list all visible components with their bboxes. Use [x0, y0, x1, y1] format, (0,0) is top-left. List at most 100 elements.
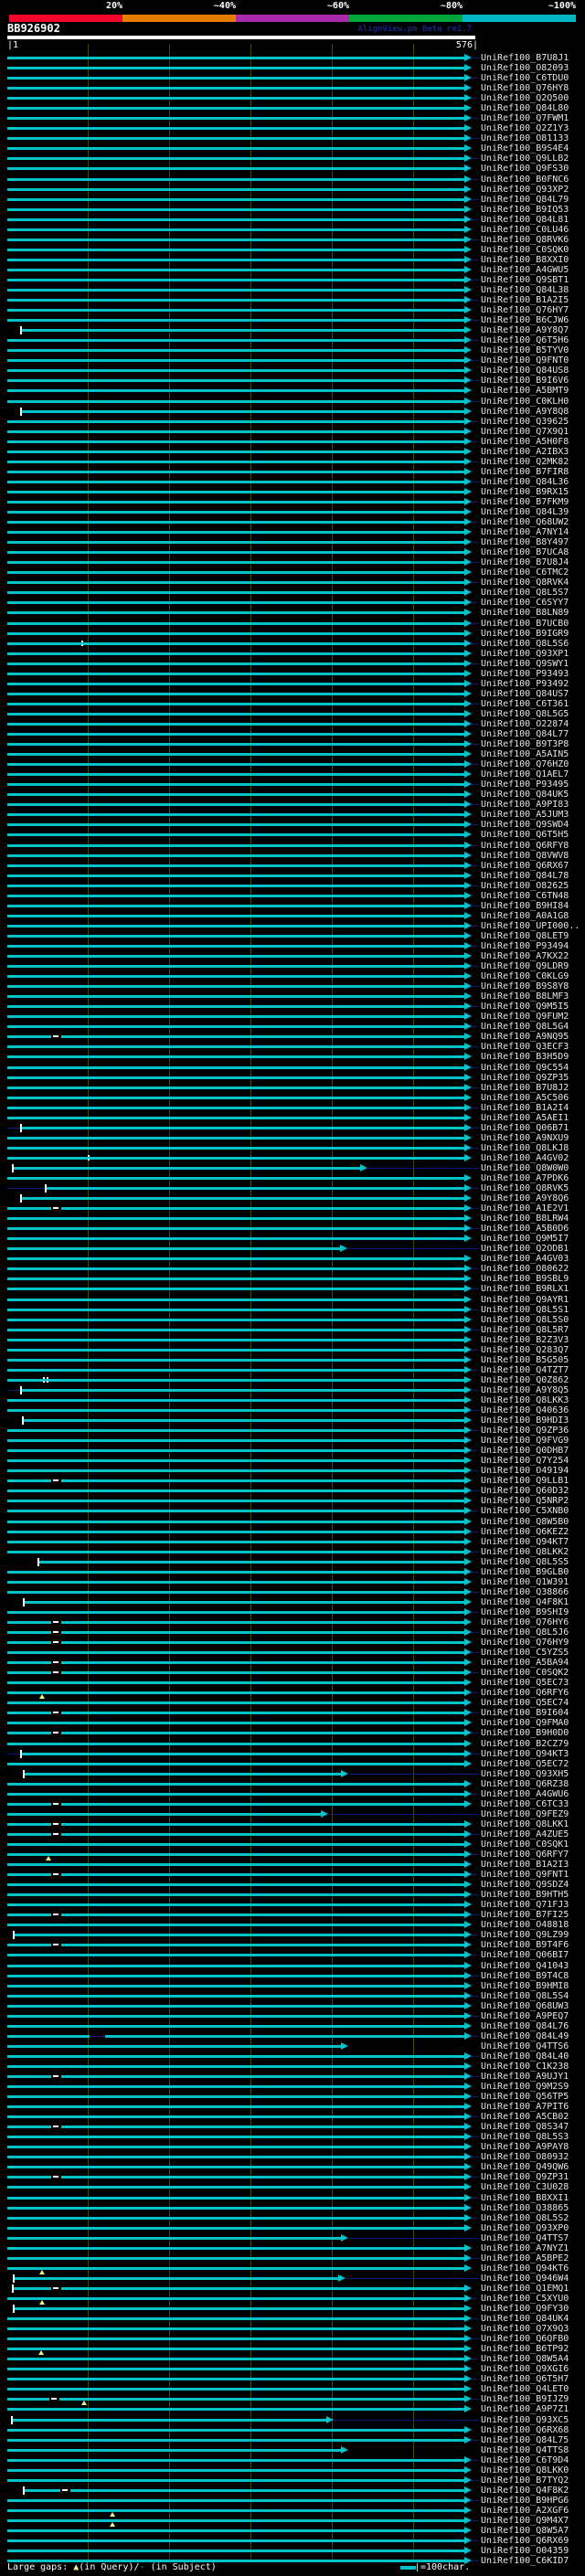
alignment-row: UniRef100_B7FKM9 — [0, 496, 585, 507]
alignment-bar — [7, 2468, 465, 2472]
subject-gap-dash-icon — [53, 1620, 59, 1623]
subject-tail-line — [472, 2257, 479, 2259]
alignment-row: UniRef100_Q9AYR1 — [0, 1294, 585, 1305]
hit-label: UniRef100_Q84L40 — [481, 2051, 569, 2062]
hit-label: UniRef100_P93494 — [481, 940, 569, 951]
hit-label: UniRef100_Q9LLB2 — [481, 154, 569, 164]
arrow-right-icon — [464, 84, 473, 92]
alignment-bar — [7, 2368, 465, 2371]
subject-tail-line — [472, 2297, 479, 2299]
alignment-row: UniRef100_Q76HZ0 — [0, 759, 585, 769]
alignment-row: UniRef100_B7FIR8 — [0, 466, 585, 477]
hit-label: UniRef100_Q9ZP35 — [481, 1072, 569, 1083]
arrow-right-icon — [464, 2385, 473, 2393]
arrow-right-icon — [464, 1789, 473, 1797]
alignment-row: UniRef100_Q84L77 — [0, 729, 585, 739]
scale-segment — [349, 15, 463, 22]
alignment-bar — [7, 2337, 465, 2341]
hit-label: UniRef100_Q2ODB1 — [481, 1244, 569, 1255]
alignment-bar — [7, 1510, 465, 1513]
hit-label: UniRef100_B8LN89 — [481, 608, 569, 619]
arrow-right-icon — [464, 901, 473, 909]
hit-label: UniRef100_Q6RZ38 — [481, 1778, 569, 1789]
hit-label: UniRef100_Q8L5S0 — [481, 1314, 569, 1325]
alignment-row: UniRef100_Q283Q7 — [0, 1344, 585, 1355]
hit-label: UniRef100_B3H5D9 — [481, 1052, 569, 1063]
alignment-row: UniRef100_B7UCB0 — [0, 618, 585, 629]
subject-tail-line — [472, 1026, 479, 1028]
hit-label: UniRef100_Q9FY30 — [481, 2304, 569, 2315]
alignment-row: UniRef100_Q7X9Q1 — [0, 426, 585, 437]
start-cap-icon — [20, 1123, 23, 1132]
subject-gap-dash-icon — [53, 1732, 59, 1734]
alignment-row: UniRef100_A5H0F8 — [0, 436, 585, 447]
arrow-right-icon — [464, 2051, 473, 2060]
arrow-right-icon — [464, 64, 473, 72]
arrow-right-icon — [464, 1436, 473, 1445]
alignment-bar — [7, 541, 465, 545]
alignment-row: UniRef100_Q60D32 — [0, 1486, 585, 1496]
gap-colon-icon — [47, 1376, 49, 1379]
alignment-row: UniRef100_Q06B71 — [0, 1122, 585, 1133]
arrow-right-icon — [464, 417, 473, 425]
hit-label: UniRef100_Q56TP5 — [481, 2092, 569, 2103]
subject-tail-line — [472, 178, 479, 180]
hit-label: UniRef100_B8XXI0 — [481, 254, 569, 265]
hit-label: UniRef100_Q946W4 — [481, 2273, 569, 2284]
arrow-right-icon — [464, 1497, 473, 1505]
alignment-row: UniRef100_Q38866 — [0, 1586, 585, 1597]
alignment-row: UniRef100_A0A1G8 — [0, 910, 585, 921]
start-cap-icon — [22, 2486, 25, 2495]
arrow-right-icon — [464, 841, 473, 849]
alignment-bar — [7, 217, 465, 221]
alignment-bar — [7, 2266, 465, 2270]
gap-colon-icon — [43, 1380, 46, 1383]
subject-tail-line — [472, 2015, 479, 2017]
arrow-right-icon — [464, 1628, 473, 1637]
alignment-row: UniRef100_C0KLH0 — [0, 396, 585, 407]
arrow-right-icon — [464, 1023, 473, 1031]
alignment-bar — [7, 1338, 465, 1341]
alignment-bar — [7, 389, 465, 393]
hit-label: UniRef100_B9HTH5 — [481, 1890, 569, 1901]
arrow-right-icon — [464, 1375, 473, 1383]
subject-tail-line — [472, 2076, 479, 2077]
arrow-right-icon — [464, 1053, 473, 1061]
subject-tail-line — [472, 2499, 479, 2501]
alignment-bar — [7, 2256, 465, 2260]
arrow-right-icon — [464, 477, 473, 485]
hit-label: UniRef100_B9T4C8 — [481, 1970, 569, 1981]
subject-gap-dash-icon — [53, 2176, 59, 2178]
alignment-row: UniRef100_Q4TTS6 — [0, 2041, 585, 2051]
arrow-right-icon — [464, 1871, 473, 1879]
arrow-right-icon — [464, 639, 473, 647]
arrow-right-icon — [464, 1659, 473, 1667]
hit-label: UniRef100_Q06BI7 — [481, 1950, 569, 1961]
subject-tail-line — [472, 2519, 479, 2521]
hit-label: UniRef100_A9Y8Q6 — [481, 1193, 569, 1204]
hit-label: UniRef100_Q06B71 — [481, 1122, 569, 1133]
alignment-row: UniRef100_B9RLX1 — [0, 1284, 585, 1294]
hit-label: UniRef100_Q8L5R7 — [481, 1324, 569, 1335]
alignment-row: UniRef100_A9PAY8 — [0, 2142, 585, 2152]
arrow-right-icon — [464, 679, 473, 687]
alignment-bar — [7, 1116, 465, 1119]
alignment-row: UniRef100_Q8LKK2 — [0, 1546, 585, 1557]
alignment-bar — [7, 672, 465, 675]
alignment-bar — [7, 57, 465, 59]
arrow-right-icon — [464, 2527, 473, 2535]
arrow-right-icon — [464, 1881, 473, 1889]
hit-label: UniRef100_Q9LZ99 — [481, 1930, 569, 1941]
alignment-bar — [7, 1712, 465, 1715]
hit-label: UniRef100_Q38865 — [481, 2202, 569, 2213]
alignment-row: UniRef100_Q7Y254 — [0, 1456, 585, 1466]
alignment-bar — [7, 2358, 465, 2361]
alignment-row: UniRef100_A2IBX3 — [0, 446, 585, 457]
alignment-row: UniRef100_A4GWU5 — [0, 264, 585, 275]
hit-label: UniRef100_Q84L80 — [481, 103, 569, 114]
subject-gap-dash-icon — [50, 2398, 57, 2401]
alignment-row: UniRef100_B7U8J4 — [0, 557, 585, 567]
alignment-row: UniRef100_A4GV03 — [0, 1254, 585, 1264]
alignment-row: UniRef100_Q41043 — [0, 1960, 585, 1971]
subject-tail-line — [472, 218, 479, 220]
